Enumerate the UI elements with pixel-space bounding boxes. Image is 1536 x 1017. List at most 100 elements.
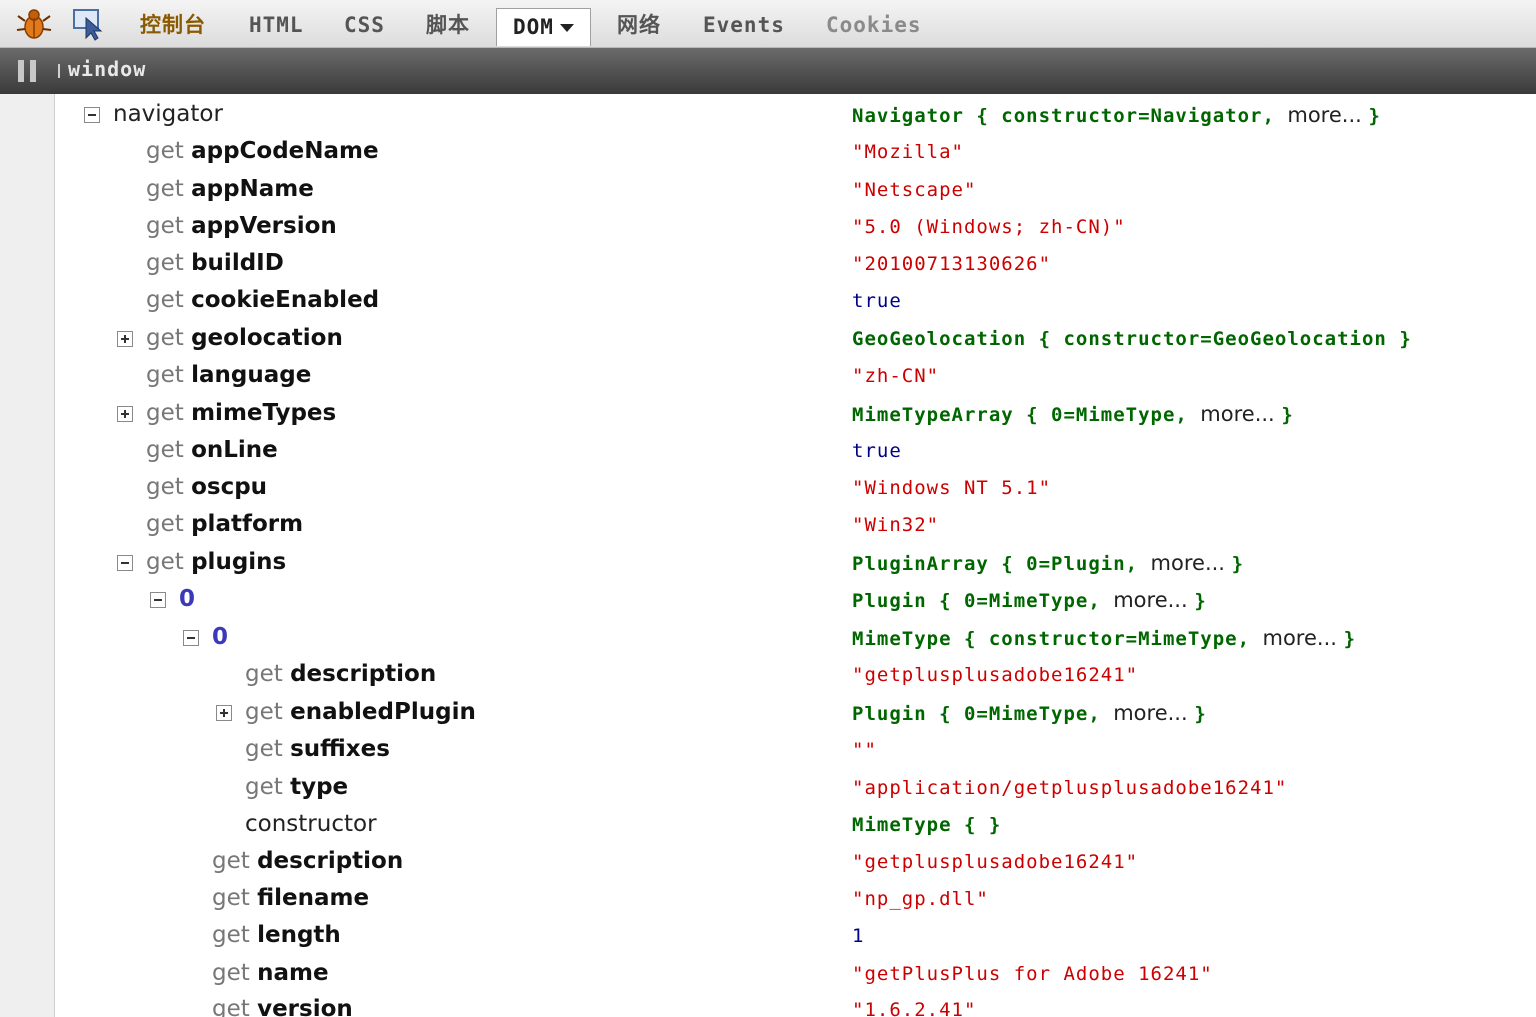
collapse-icon[interactable] [117, 555, 133, 571]
dom-row[interactable]: get plugins PluginArray { 0=Plugin, more… [55, 544, 1536, 581]
property-name[interactable]: get buildID [146, 248, 284, 278]
collapse-icon[interactable] [150, 592, 166, 608]
dom-row[interactable]: get description "getplusplusadobe16241" [55, 843, 1536, 880]
property-name[interactable]: get cookieEnabled [146, 285, 379, 315]
inspect-element-icon[interactable] [68, 4, 108, 44]
property-name[interactable]: get enabledPlugin [245, 697, 476, 727]
property-name[interactable]: get appVersion [146, 211, 337, 241]
property-value[interactable]: MimeType { constructor=MimeType, more...… [852, 623, 1356, 654]
property-name[interactable]: constructor [245, 809, 377, 839]
dom-row[interactable]: get enabledPlugin Plugin { 0=MimeType, m… [55, 694, 1536, 731]
dom-row[interactable]: get name "getPlusPlus for Adobe 16241" [55, 955, 1536, 992]
more-link[interactable]: more... [1113, 701, 1194, 725]
dom-row[interactable]: get appCodeName "Mozilla" [55, 133, 1536, 170]
property-value[interactable]: "" [852, 735, 877, 765]
property-value[interactable]: 1 [852, 921, 864, 951]
dom-row[interactable]: constructor MimeType { } [55, 806, 1536, 843]
property-name[interactable]: get version [212, 994, 353, 1017]
property-name[interactable]: get plugins [146, 547, 286, 577]
chevron-down-icon[interactable] [559, 24, 574, 32]
dom-row[interactable]: get length 1 [55, 917, 1536, 954]
dom-row[interactable]: get version "1.6.2.41" [55, 991, 1536, 1017]
dom-row[interactable]: get buildID "20100713130626" [55, 245, 1536, 282]
property-value[interactable]: Navigator { constructor=Navigator, more.… [852, 100, 1381, 131]
tab-html[interactable]: HTML [249, 9, 304, 41]
property-name[interactable]: get name [212, 958, 329, 988]
dom-row[interactable]: 0 Plugin { 0=MimeType, more... } [55, 581, 1536, 618]
property-value[interactable]: "Windows NT 5.1" [852, 473, 1051, 503]
breadcrumb-window[interactable]: window [68, 57, 146, 81]
property-value[interactable]: "1.6.2.41" [852, 995, 976, 1017]
dom-row[interactable]: navigator Navigator { constructor=Naviga… [55, 96, 1536, 133]
property-name[interactable]: get appCodeName [146, 136, 379, 166]
dom-row[interactable]: get oscpu "Windows NT 5.1" [55, 469, 1536, 506]
property-name[interactable]: get language [146, 360, 311, 390]
collapse-icon[interactable] [183, 630, 199, 646]
dom-row[interactable]: get geolocation GeoGeolocation { constru… [55, 320, 1536, 357]
property-value[interactable]: true [852, 436, 902, 466]
property-value[interactable]: "zh-CN" [852, 361, 939, 391]
dom-row[interactable]: get suffixes "" [55, 731, 1536, 768]
pause-icon[interactable] [16, 60, 38, 82]
property-name[interactable]: get oscpu [146, 472, 267, 502]
property-name[interactable]: 0 [179, 584, 195, 614]
more-link[interactable]: more... [1263, 626, 1344, 650]
property-name[interactable]: get length [212, 920, 341, 950]
property-value[interactable]: "20100713130626" [852, 249, 1051, 279]
more-link[interactable]: more... [1200, 402, 1281, 426]
property-value[interactable]: MimeType { } [852, 810, 1001, 840]
property-name[interactable]: get geolocation [146, 323, 343, 353]
property-value[interactable]: Plugin { 0=MimeType, more... } [852, 698, 1207, 729]
property-value[interactable]: GeoGeolocation { constructor=GeoGeolocat… [852, 324, 1412, 354]
dom-row[interactable]: get mimeTypes MimeTypeArray { 0=MimeType… [55, 395, 1536, 432]
property-value[interactable]: "Mozilla" [852, 137, 964, 167]
dom-row[interactable]: get appName "Netscape" [55, 171, 1536, 208]
property-value[interactable]: "Win32" [852, 510, 939, 540]
property-value[interactable]: "Netscape" [852, 175, 976, 205]
tab-net[interactable]: 网络 [617, 9, 661, 41]
property-value[interactable]: "np_gp.dll" [852, 884, 989, 914]
property-name[interactable]: get suffixes [245, 734, 390, 764]
property-name[interactable]: get description [245, 659, 436, 689]
property-value[interactable]: true [852, 286, 902, 316]
tab-cookies[interactable]: Cookies [826, 9, 922, 41]
tab-console[interactable]: 控制台 [140, 9, 206, 41]
dom-row[interactable]: get language "zh-CN" [55, 357, 1536, 394]
expand-icon[interactable] [216, 705, 232, 721]
property-value[interactable]: Plugin { 0=MimeType, more... } [852, 585, 1207, 616]
firebug-bug-icon[interactable] [14, 4, 54, 44]
tab-dom[interactable]: DOM [496, 8, 591, 46]
property-name[interactable]: navigator [113, 99, 223, 129]
more-link[interactable]: more... [1151, 551, 1232, 575]
property-value[interactable]: "getplusplusadobe16241" [852, 660, 1138, 690]
property-value[interactable]: PluginArray { 0=Plugin, more... } [852, 548, 1244, 579]
dom-row[interactable]: get filename "np_gp.dll" [55, 880, 1536, 917]
expand-icon[interactable] [117, 331, 133, 347]
more-link[interactable]: more... [1287, 103, 1368, 127]
more-link[interactable]: more... [1113, 588, 1194, 612]
tab-css[interactable]: CSS [344, 9, 385, 41]
property-value[interactable]: MimeTypeArray { 0=MimeType, more... } [852, 399, 1294, 430]
dom-row[interactable]: get type "application/getplusplusadobe16… [55, 769, 1536, 806]
property-name[interactable]: get platform [146, 509, 303, 539]
property-name[interactable]: get description [212, 846, 403, 876]
collapse-icon[interactable] [84, 107, 100, 123]
expand-icon[interactable] [117, 406, 133, 422]
property-name[interactable]: get onLine [146, 435, 278, 465]
property-name[interactable]: get mimeTypes [146, 398, 336, 428]
tab-script[interactable]: 脚本 [426, 9, 470, 41]
dom-row[interactable]: get cookieEnabled true [55, 282, 1536, 319]
dom-row[interactable]: 0 MimeType { constructor=MimeType, more.… [55, 619, 1536, 656]
tab-events[interactable]: Events [703, 9, 785, 41]
property-value[interactable]: "application/getplusplusadobe16241" [852, 773, 1287, 803]
property-name[interactable]: get type [245, 772, 348, 802]
property-value[interactable]: "getPlusPlus for Adobe 16241" [852, 959, 1213, 989]
property-name[interactable]: get appName [146, 174, 314, 204]
property-value[interactable]: "5.0 (Windows; zh-CN)" [852, 212, 1126, 242]
property-name[interactable]: 0 [212, 622, 228, 652]
property-value[interactable]: "getplusplusadobe16241" [852, 847, 1138, 877]
dom-row[interactable]: get description "getplusplusadobe16241" [55, 656, 1536, 693]
property-name[interactable]: get filename [212, 883, 369, 913]
dom-row[interactable]: get onLine true [55, 432, 1536, 469]
dom-row[interactable]: get platform "Win32" [55, 506, 1536, 543]
